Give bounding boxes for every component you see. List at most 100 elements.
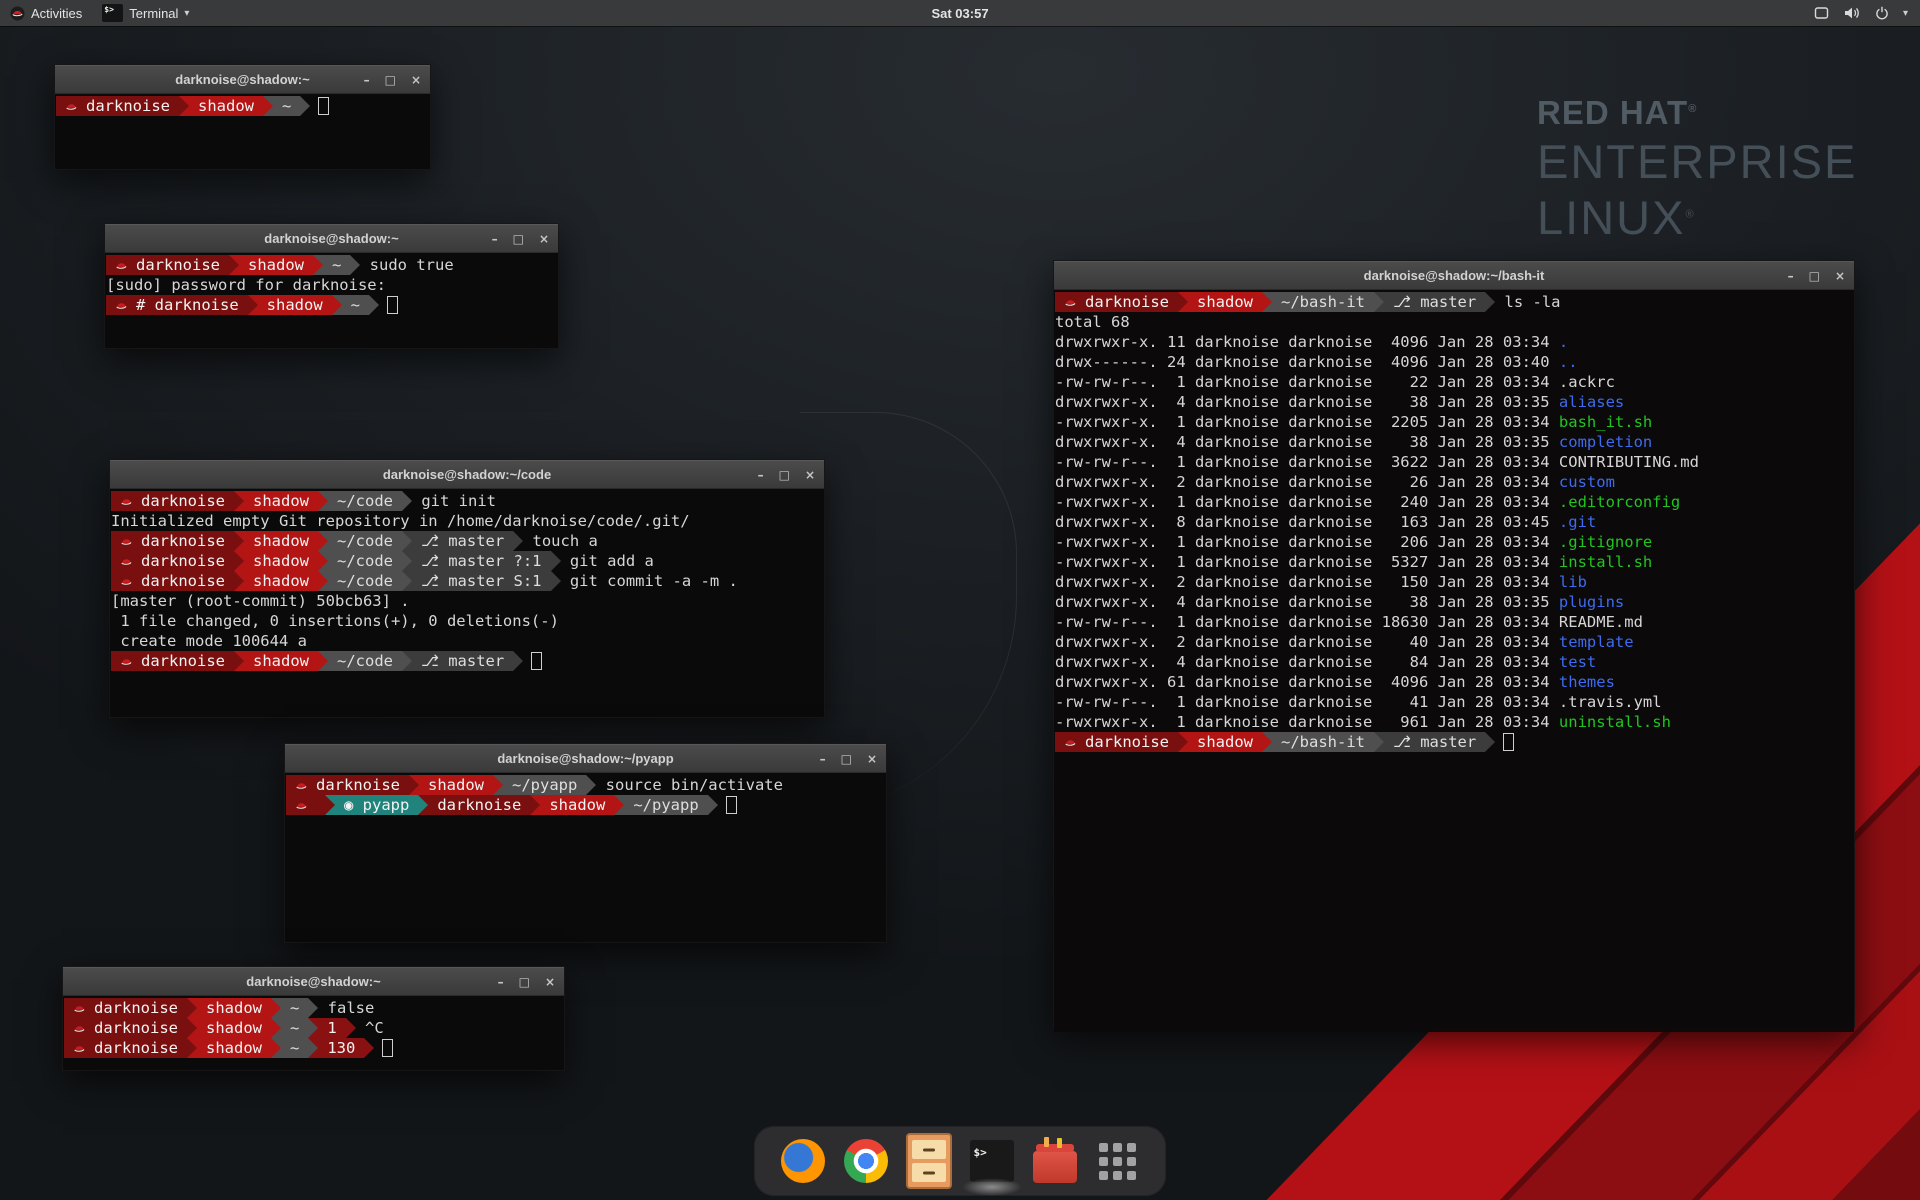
ls-row-name: .travis.yml [1559, 692, 1662, 712]
terminal-screen[interactable]: darknoiseshadow~ sudo true[sudo] passwor… [105, 253, 558, 353]
window-titlebar[interactable]: darknoise@shadow:~–□× [105, 224, 558, 253]
maximize-button[interactable]: □ [385, 74, 396, 86]
prompt-segment-path: ~/code [328, 651, 402, 671]
prompt-segment-git: ⎇ master ?:1 [412, 551, 551, 571]
prompt-segment-user: darknoise [1055, 292, 1178, 312]
minimize-button[interactable]: – [758, 469, 764, 481]
powerline-arrow-icon [234, 571, 244, 591]
powerline-arrow-icon [318, 651, 328, 671]
ls-row-meta: drwxrwxr-x. 4 darknoise darknoise 38 Jan… [1055, 392, 1559, 412]
terminal-screen[interactable]: darknoiseshadow~ [55, 94, 430, 174]
close-button[interactable]: × [1835, 270, 1845, 282]
window-controls: – □ × [364, 66, 421, 93]
terminal-text: touch a [523, 531, 598, 551]
terminal-line: [sudo] password for darknoise: [106, 275, 557, 295]
toolbox-icon[interactable] [1032, 1138, 1078, 1184]
prompt-segment-path: ~/bash-it [1272, 292, 1374, 312]
terminal-line: drwxrwxr-x. 2 darknoise darknoise 26 Jan… [1055, 472, 1853, 492]
powerline-arrow-icon [308, 1038, 318, 1058]
redhat-prompt-icon [1064, 736, 1077, 749]
terminal-line: drwxrwxr-x. 61 darknoise darknoise 4096 … [1055, 672, 1853, 692]
prompt-segment-user: darknoise [111, 571, 234, 591]
power-icon [1874, 5, 1890, 21]
terminal-text: false [318, 998, 374, 1018]
powerline-arrow-icon [187, 998, 197, 1018]
activities-label: Activities [31, 6, 82, 21]
ls-row-name: themes [1559, 672, 1615, 692]
terminal-cursor [531, 652, 542, 670]
minimize-button[interactable]: – [820, 753, 826, 765]
files-icon[interactable] [906, 1138, 952, 1184]
window-titlebar[interactable]: darknoise@shadow:~/pyapp– □ × [285, 744, 886, 773]
terminal-line: -rw-rw-r--. 1 darknoise darknoise 18630 … [1055, 612, 1853, 632]
terminal-window: darknoise@shadow:~–□×darknoiseshadow~ su… [104, 223, 559, 349]
window-titlebar[interactable]: darknoise@shadow:~–□× [55, 65, 430, 94]
maximize-button[interactable]: □ [1809, 270, 1820, 282]
clock[interactable]: Sat 03:57 [931, 6, 988, 21]
topbar: Activities $> Terminal ▾ Sat 03:57 ▾ [0, 0, 1920, 26]
chrome-icon[interactable] [843, 1138, 889, 1184]
ls-row-name: custom [1559, 472, 1615, 492]
terminal-line: -rw-rw-r--. 1 darknoise darknoise 22 Jan… [1055, 372, 1853, 392]
minimize-button[interactable]: – [364, 74, 370, 86]
app-grid-icon[interactable] [1095, 1138, 1141, 1184]
terminal-line: darknoiseshadow~/bash-it⎇ master ls -la [1055, 292, 1853, 312]
app-menu-label: Terminal [129, 6, 178, 21]
terminal-line: darknoiseshadow~ [56, 96, 429, 116]
terminal-line: darknoiseshadow~/bash-it⎇ master [1055, 732, 1853, 752]
maximize-button[interactable]: □ [841, 753, 852, 765]
system-status-area[interactable]: ▾ [1813, 5, 1920, 21]
prompt-segment-user: darknoise [1055, 732, 1178, 752]
redhat-prompt-icon [120, 535, 133, 548]
ls-row-meta: drwxrwxr-x. 11 darknoise darknoise 4096 … [1055, 332, 1559, 352]
terminal-icon[interactable]: $> [969, 1138, 1015, 1184]
prompt-segment-path: ~/code [328, 531, 402, 551]
terminal-screen[interactable]: darknoiseshadow~ falsedarknoiseshadow~1 … [63, 996, 564, 1075]
terminal-screen[interactable]: darknoiseshadow~/pyapp source bin/activa… [285, 773, 886, 947]
ls-row-name: .. [1559, 352, 1578, 372]
dock: $> [754, 1126, 1166, 1196]
app-menu-terminal[interactable]: $> Terminal ▾ [92, 0, 199, 26]
close-button[interactable]: × [545, 976, 555, 988]
powerline-arrow-icon [234, 651, 244, 671]
terminal-line: drwxrwxr-x. 2 darknoise darknoise 40 Jan… [1055, 632, 1853, 652]
close-button[interactable]: × [539, 233, 549, 245]
ls-row-meta: drwxrwxr-x. 2 darknoise darknoise 40 Jan… [1055, 632, 1559, 652]
minimize-button[interactable]: – [492, 233, 498, 245]
ls-row-meta: -rwxrwxr-x. 1 darknoise darknoise 206 Ja… [1055, 532, 1559, 552]
minimize-button[interactable]: – [498, 976, 504, 988]
ls-row-meta: drwxrwxr-x. 2 darknoise darknoise 26 Jan… [1055, 472, 1559, 492]
close-button[interactable]: × [805, 469, 815, 481]
maximize-button[interactable]: □ [519, 976, 530, 988]
firefox-logo [781, 1139, 825, 1183]
ls-row-meta: -rwxrwxr-x. 1 darknoise darknoise 240 Ja… [1055, 492, 1559, 512]
firefox-icon[interactable] [780, 1138, 826, 1184]
ls-row-name: README.md [1559, 612, 1643, 632]
prompt-segment-exit: 130 [318, 1038, 364, 1058]
terminal-screen[interactable]: darknoiseshadow~/code git initInitialize… [110, 489, 824, 722]
ls-row-meta: drwxrwxr-x. 61 darknoise darknoise 4096 … [1055, 672, 1559, 692]
maximize-button[interactable]: □ [513, 233, 524, 245]
window-titlebar[interactable]: darknoise@shadow:~/code–□× [110, 460, 824, 489]
close-button[interactable]: × [411, 74, 421, 86]
terminal-screen[interactable]: darknoiseshadow~/bash-it⎇ master ls -la t… [1054, 290, 1854, 1032]
terminal-window: darknoise@shadow:~–□×darknoiseshadow~ [54, 64, 431, 170]
terminal-line: drwxrwxr-x. 4 darknoise darknoise 38 Jan… [1055, 592, 1853, 612]
ls-row-meta: -rw-rw-r--. 1 darknoise darknoise 3622 J… [1055, 452, 1559, 472]
terminal-text: 1 file changed, 0 insertions(+), 0 delet… [111, 611, 559, 631]
prompt-segment-git: ⎇ master [412, 531, 513, 551]
window-title: darknoise@shadow:~/bash-it [1054, 268, 1854, 283]
activities-button[interactable]: Activities [0, 0, 92, 26]
window-titlebar[interactable]: darknoise@shadow:~–□× [63, 967, 564, 996]
maximize-button[interactable]: □ [779, 469, 790, 481]
redhat-prompt-icon [295, 779, 308, 792]
window-titlebar[interactable]: darknoise@shadow:~/bash-it– □ × [1054, 261, 1854, 290]
prompt-segment-host: shadow [540, 795, 614, 815]
powerline-arrow-icon [248, 295, 258, 315]
chrome-logo [844, 1139, 888, 1183]
powerline-arrow-icon [409, 775, 419, 795]
window-title: darknoise@shadow:~/pyapp [285, 751, 886, 766]
close-button[interactable]: × [867, 753, 877, 765]
minimize-button[interactable]: – [1788, 270, 1794, 282]
powerline-arrow-icon [551, 571, 561, 591]
